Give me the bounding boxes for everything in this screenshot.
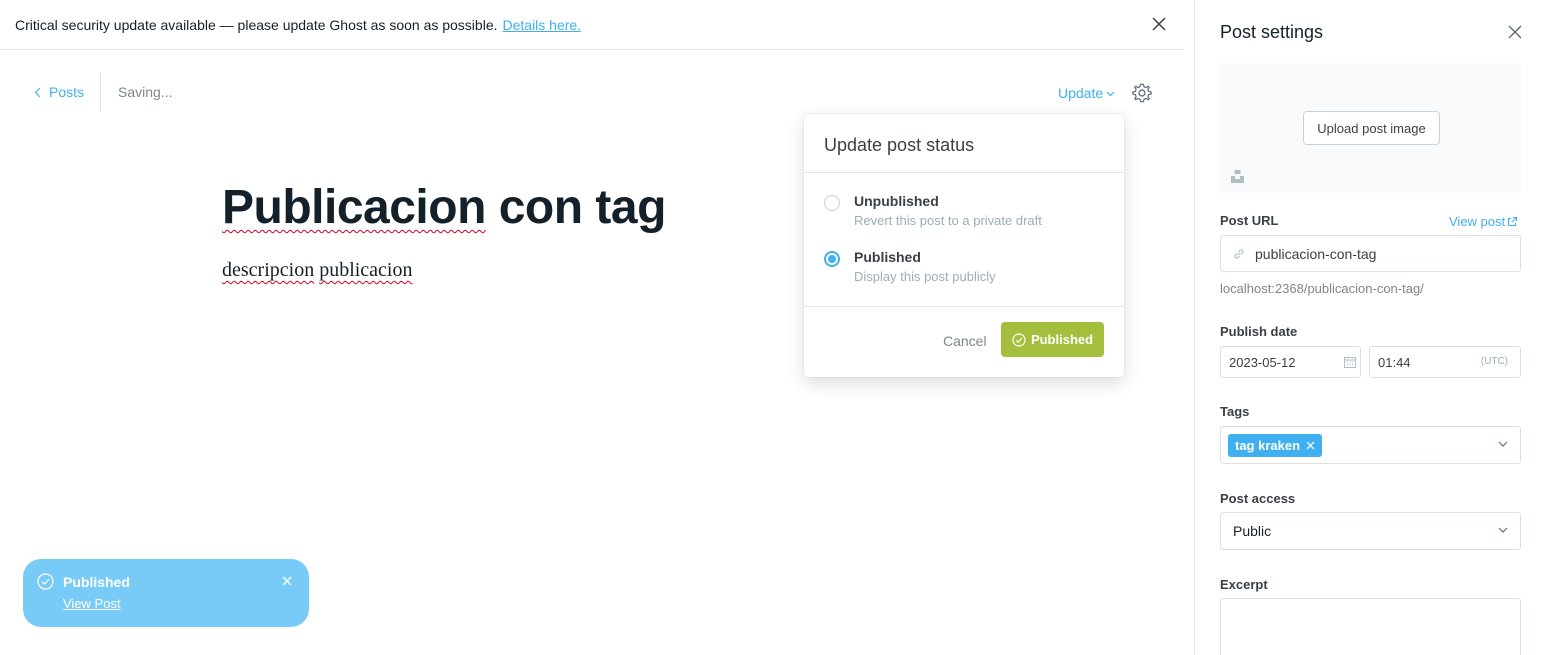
tags-input[interactable]: tag kraken [1220,426,1521,464]
post-body-word-1: descripcion [222,259,315,281]
header-divider [100,72,101,112]
check-circle-icon [1012,332,1026,347]
excerpt-label: Excerpt [1220,577,1268,592]
post-body[interactable]: descripcion publicacion [222,259,413,282]
published-button-label: Published [1030,332,1094,347]
timezone-label: (UTC) [1480,356,1508,367]
tags-label: Tags [1220,404,1250,419]
back-link-label: Posts [49,84,85,100]
option-description: Revert this post to a private draft [854,213,1042,228]
toast-title: Published [63,574,130,590]
close-icon[interactable] [281,575,293,587]
publish-date-label: Publish date [1220,324,1298,339]
publish-time-value: 01:44 [1378,355,1411,370]
update-label: Update [1058,85,1104,101]
post-url-label: Post URL [1220,213,1279,228]
post-access-select[interactable]: Public [1220,512,1521,550]
editor-header: Posts Saving... Update [0,72,1184,112]
unsplash-icon[interactable] [1230,169,1245,184]
post-access-value: Public [1233,523,1272,539]
save-status: Saving... [118,84,173,100]
view-post-link[interactable]: View post [1449,214,1518,229]
popover-title: Update post status [824,135,975,155]
chevron-left-icon [34,87,41,97]
close-icon[interactable] [1151,16,1167,32]
post-image-dropzone[interactable]: Upload post image [1220,63,1521,193]
post-title[interactable]: Publicacion con tag [222,180,666,235]
post-title-rest: con tag [485,181,667,234]
gear-icon[interactable] [1131,82,1153,104]
post-title-misspelled-word: Publicacion [222,181,486,234]
publish-date-input[interactable]: 2023-05-12 [1220,346,1361,378]
calendar-icon[interactable] [1344,356,1356,368]
option-description: Display this post publicly [854,269,996,284]
remove-tag-icon[interactable] [1306,441,1315,450]
published-radio[interactable] [824,251,840,267]
update-status-popover: Update post status Unpublished Revert th… [804,114,1124,377]
post-url-full: localhost:2368/publicacion-con-tag/ [1220,281,1424,296]
popover-divider [804,306,1124,307]
security-alert-bar: Critical security update available — ple… [0,0,1184,50]
post-url-value: publicacion-con-tag [1255,245,1377,262]
close-icon[interactable] [1508,25,1522,39]
chevron-down-icon [1106,91,1115,96]
published-button[interactable]: Published [1001,322,1104,357]
post-url-input[interactable]: publicacion-con-tag [1220,235,1521,272]
published-toast: Published View Post [23,559,309,627]
post-body-word-2: publicacion [319,259,413,281]
publish-time-input[interactable]: 01:44 (UTC) [1369,346,1521,378]
post-settings-sidebar: Post settings Upload post image Post URL… [1194,0,1544,655]
chevron-down-icon [1498,527,1508,533]
excerpt-textarea[interactable] [1220,598,1521,655]
tag-chip[interactable]: tag kraken [1228,434,1323,457]
update-menu-button[interactable]: Update [1058,85,1115,101]
sidebar-title: Post settings [1220,22,1324,42]
alert-message: Critical security update available — ple… [15,16,498,33]
popover-divider [804,172,1124,173]
check-circle-icon [37,573,54,590]
alert-details-link[interactable]: Details here. [503,17,582,33]
back-to-posts-link[interactable]: Posts [34,84,84,100]
view-post-link[interactable]: View Post [63,596,121,611]
external-link-icon [1508,217,1518,226]
cancel-button[interactable]: Cancel [943,333,987,349]
chevron-down-icon[interactable] [1498,441,1508,448]
view-post-label: View post [1449,214,1506,229]
option-label: Unpublished [854,193,939,209]
link-icon [1234,248,1244,259]
unpublished-radio[interactable] [824,195,840,211]
tag-chip-label: tag kraken [1235,438,1301,453]
publish-date-value: 2023-05-12 [1229,355,1296,370]
editor-area: Critical security update available — ple… [0,0,1194,655]
option-label: Published [854,249,921,265]
post-access-label: Post access [1220,491,1296,506]
upload-post-image-button[interactable]: Upload post image [1303,111,1440,145]
